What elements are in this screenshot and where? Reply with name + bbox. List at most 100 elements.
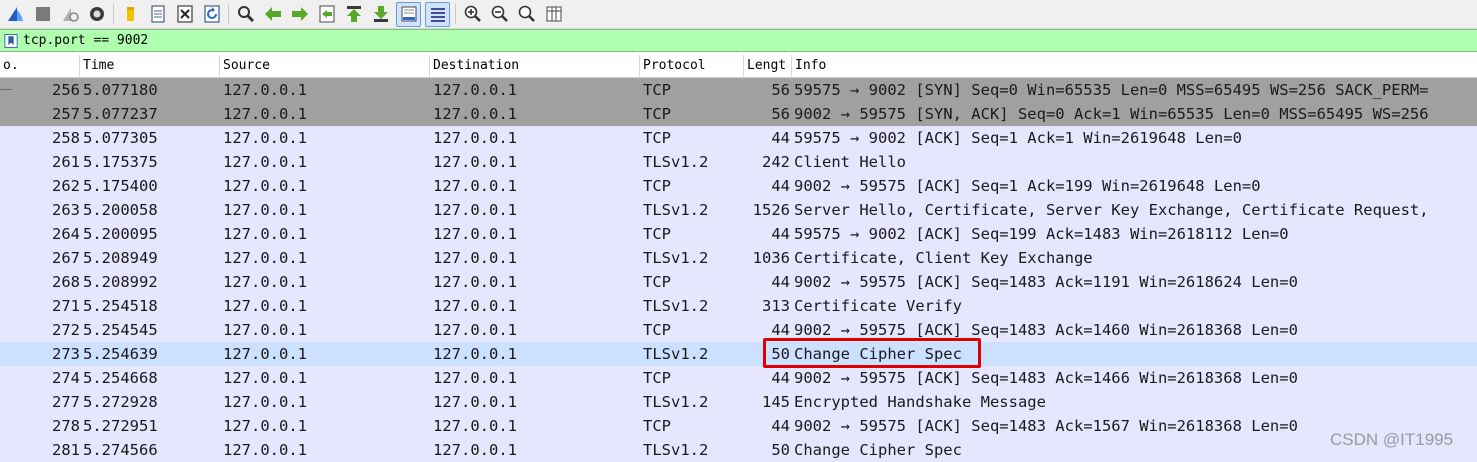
toolbar-separator <box>113 4 114 24</box>
packet-source-cell: 127.0.0.1 <box>223 129 307 147</box>
close-file-icon[interactable] <box>173 3 196 26</box>
packet-time-cell: 5.208949 <box>83 249 158 267</box>
packet-row[interactable]: 273 5.254639 127.0.0.1 127.0.0.1 TLSv1.2 50 Ch… <box>0 342 1477 366</box>
restart-icon[interactable] <box>58 3 81 26</box>
resize-columns-icon[interactable] <box>542 3 565 26</box>
packet-destination-cell: 127.0.0.1 <box>433 249 517 267</box>
packet-length-cell: 44 <box>771 369 790 387</box>
packet-length-cell: 242 <box>762 153 790 171</box>
packet-protocol-cell: TLSv1.2 <box>643 441 709 459</box>
packet-destination-cell: 127.0.0.1 <box>433 297 517 315</box>
packet-row[interactable]: 263 5.200058 127.0.0.1 127.0.0.1 TLSv1.2 1526… <box>0 198 1477 222</box>
packet-no-cell: 262 <box>52 177 80 195</box>
reload-icon[interactable] <box>200 3 223 26</box>
packet-row[interactable]: 268 5.208992 127.0.0.1 127.0.0.1 TCP 44 9002 →… <box>0 270 1477 294</box>
packet-no-cell: 268 <box>52 273 80 291</box>
packet-row[interactable]: 271 5.254518 127.0.0.1 127.0.0.1 TLSv1.2 313 C… <box>0 294 1477 318</box>
packet-source-cell: 127.0.0.1 <box>223 297 307 315</box>
packet-row[interactable]: 261 5.175375 127.0.0.1 127.0.0.1 TLSv1.2 242 C… <box>0 150 1477 174</box>
packet-protocol-cell: TLSv1.2 <box>643 153 709 171</box>
watermark: CSDN @IT1995 <box>1330 430 1454 449</box>
packet-row[interactable]: 256 5.077180 127.0.0.1 127.0.0.1 TCP 56 59575 … <box>0 78 1477 102</box>
packet-source-cell: 127.0.0.1 <box>223 177 307 195</box>
highlight-annotation-box <box>763 338 981 368</box>
packet-row[interactable]: 281 5.274566 127.0.0.1 127.0.0.1 TLSv1.2 50 Ch… <box>0 438 1477 462</box>
last-icon[interactable] <box>369 3 392 26</box>
packet-destination-cell: 127.0.0.1 <box>433 81 517 99</box>
packet-no-cell: 261 <box>52 153 80 171</box>
packet-destination-cell: 127.0.0.1 <box>433 105 517 123</box>
packet-source-cell: 127.0.0.1 <box>223 345 307 363</box>
packet-destination-cell: 127.0.0.1 <box>433 369 517 387</box>
open-icon[interactable] <box>119 3 142 26</box>
packet-row[interactable]: 257 5.077237 127.0.0.1 127.0.0.1 TCP 56 9002 →… <box>0 102 1477 126</box>
packet-protocol-cell: TCP <box>643 417 671 435</box>
packet-row[interactable]: 274 5.254668 127.0.0.1 127.0.0.1 TCP 44 9002 →… <box>0 366 1477 390</box>
autoscroll-icon[interactable] <box>396 1 421 27</box>
packet-info-cell: Certificate Verify <box>794 297 962 315</box>
packet-time-cell: 5.208992 <box>83 273 158 291</box>
column-header-destination[interactable]: Destination <box>430 55 640 77</box>
column-header-source[interactable]: Source <box>220 55 430 77</box>
back-icon[interactable] <box>261 3 284 26</box>
packet-source-cell: 127.0.0.1 <box>223 441 307 459</box>
packet-no-cell: 258 <box>52 129 80 147</box>
find-icon[interactable] <box>234 3 257 26</box>
column-header-no[interactable]: o. <box>0 55 80 77</box>
file-icon[interactable] <box>146 3 169 26</box>
goto-icon[interactable] <box>315 3 338 26</box>
packet-no-cell: 272 <box>52 321 80 339</box>
column-header-protocol[interactable]: Protocol <box>640 55 744 77</box>
packet-row[interactable]: 262 5.175400 127.0.0.1 127.0.0.1 TCP 44 9002 →… <box>0 174 1477 198</box>
first-icon[interactable] <box>342 3 365 26</box>
forward-icon[interactable] <box>288 3 311 26</box>
column-header-time[interactable]: Time <box>80 55 220 77</box>
display-filter-input[interactable] <box>23 31 1477 50</box>
packet-source-cell: 127.0.0.1 <box>223 81 307 99</box>
packet-destination-cell: 127.0.0.1 <box>433 321 517 339</box>
packet-source-cell: 127.0.0.1 <box>223 201 307 219</box>
packet-no-cell: 264 <box>52 225 80 243</box>
packet-info-cell: 9002 → 59575 [ACK] Seq=1483 Ack=1466 Win… <box>794 369 1298 387</box>
packet-info-cell: 9002 → 59575 [SYN, ACK] Seq=0 Ack=1 Win=… <box>794 105 1429 123</box>
shark-fin-icon[interactable] <box>4 3 27 26</box>
bookmark-icon[interactable] <box>3 32 19 49</box>
packet-info-cell: 9002 → 59575 [ACK] Seq=1 Ack=199 Win=261… <box>794 177 1261 195</box>
packet-no-cell: 271 <box>52 297 80 315</box>
packet-list-header: o. Time Source Destination Protocol Leng… <box>0 55 1477 78</box>
zoom-in-icon[interactable] <box>461 3 484 26</box>
options-icon[interactable] <box>85 3 108 26</box>
packet-info-cell: Client Hello <box>794 153 906 171</box>
packet-row[interactable]: 277 5.272928 127.0.0.1 127.0.0.1 TLSv1.2 145 E… <box>0 390 1477 414</box>
toolbar-separator <box>228 4 229 24</box>
packet-row[interactable]: 264 5.200095 127.0.0.1 127.0.0.1 TCP 44 59575 … <box>0 222 1477 246</box>
packet-protocol-cell: TCP <box>643 273 671 291</box>
packet-time-cell: 5.077305 <box>83 129 158 147</box>
packet-info-cell: Server Hello, Certificate, Server Key Ex… <box>794 201 1429 219</box>
packet-source-cell: 127.0.0.1 <box>223 273 307 291</box>
packet-row[interactable]: 278 5.272951 127.0.0.1 127.0.0.1 TCP 44 9002 →… <box>0 414 1477 438</box>
packet-time-cell: 5.077237 <box>83 105 158 123</box>
packet-row[interactable]: 272 5.254545 127.0.0.1 127.0.0.1 TCP 44 9002 →… <box>0 318 1477 342</box>
packet-source-cell: 127.0.0.1 <box>223 225 307 243</box>
packet-row[interactable]: 267 5.208949 127.0.0.1 127.0.0.1 TLSv1.2 1036… <box>0 246 1477 270</box>
display-filter-bar <box>0 29 1477 52</box>
packet-info-cell: Encrypted Handshake Message <box>794 393 1046 411</box>
packet-no-cell: 267 <box>52 249 80 267</box>
column-header-length[interactable]: Lengt <box>744 55 792 77</box>
zoom-normal-icon[interactable] <box>515 3 538 26</box>
stop-icon[interactable] <box>31 3 54 26</box>
packet-length-cell: 1526 <box>752 201 790 219</box>
packet-destination-cell: 127.0.0.1 <box>433 417 517 435</box>
zoom-out-icon[interactable] <box>488 3 511 26</box>
packet-length-cell: 44 <box>771 177 790 195</box>
packet-info-cell: 59575 → 9002 [SYN] Seq=0 Win=65535 Len=0… <box>794 81 1429 99</box>
packet-protocol-cell: TCP <box>643 105 671 123</box>
packet-time-cell: 5.274566 <box>83 441 158 459</box>
packet-no-cell: 278 <box>52 417 80 435</box>
packet-source-cell: 127.0.0.1 <box>223 249 307 267</box>
colorize-icon[interactable] <box>425 1 450 27</box>
packet-time-cell: 5.254518 <box>83 297 158 315</box>
column-header-info[interactable]: Info <box>792 55 1477 77</box>
packet-row[interactable]: 258 5.077305 127.0.0.1 127.0.0.1 TCP 44 59575 … <box>0 126 1477 150</box>
